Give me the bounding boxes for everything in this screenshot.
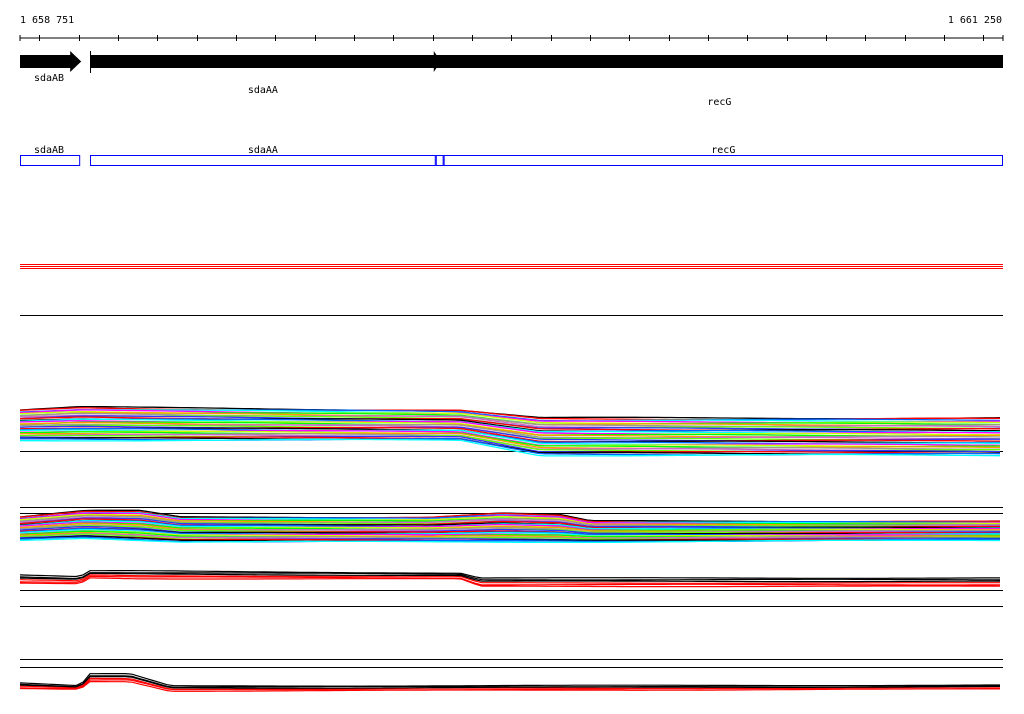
track-2 <box>19 509 1001 544</box>
signal-tracks <box>19 405 1001 692</box>
feature-box[interactable] <box>435 155 444 166</box>
gene-sdaAB[interactable] <box>20 51 82 72</box>
feature-label: sdaAB <box>34 145 64 156</box>
feature-label: recG <box>711 145 735 156</box>
feature-label: sdaAA <box>248 145 278 156</box>
genome-browser-view: 1 658 751 1 661 250 sdaAB sdaAA recG sdaAB… <box>19 15 1004 692</box>
feature-track: sdaAB sdaAA recG <box>20 145 1003 166</box>
ruler-start-label: 1 658 751 <box>20 15 74 26</box>
gene-track: sdaAB sdaAA recG <box>20 51 1004 108</box>
signal-line <box>19 672 1000 687</box>
gene-label: recG <box>707 97 731 108</box>
track-separators <box>20 264 1003 668</box>
gene-label: sdaAA <box>248 85 278 96</box>
gene-recG[interactable] <box>435 55 1004 68</box>
feature-box[interactable] <box>443 155 1003 166</box>
gene-label: sdaAB <box>34 73 64 84</box>
gene-sdaAA[interactable] <box>90 55 436 68</box>
ruler-end-label: 1 661 250 <box>948 15 1002 26</box>
track-4 <box>19 672 1000 692</box>
track-3 <box>19 569 1001 588</box>
gene-junction-marker <box>433 51 438 72</box>
track-1 <box>19 405 1001 457</box>
feature-box[interactable] <box>20 155 81 166</box>
feature-box[interactable] <box>90 155 436 166</box>
